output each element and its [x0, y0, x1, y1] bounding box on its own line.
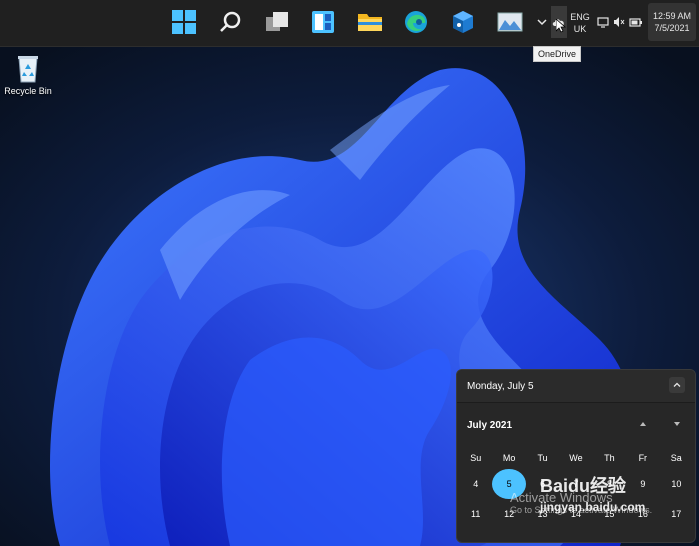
month-navigation: July 2021 [457, 403, 695, 447]
volume-muted-icon [614, 17, 625, 27]
widgets-button[interactable] [308, 7, 338, 37]
widgets-icon [312, 11, 334, 33]
mouse-cursor [556, 19, 566, 33]
calendar-current-date: Monday, July 5 [467, 380, 534, 392]
next-month-button[interactable] [672, 419, 682, 429]
weekday-label: Sa [670, 453, 682, 463]
show-hidden-icons-button[interactable] [534, 7, 550, 37]
battery-icon [629, 18, 642, 27]
search-icon [220, 11, 241, 32]
taskbar: ENG UK 12:59 AM 7/5/2021 [0, 0, 699, 47]
edge-icon [405, 11, 427, 33]
image-app-icon [497, 12, 523, 32]
previous-month-button[interactable] [638, 419, 648, 429]
chevron-up-icon [537, 19, 547, 26]
virtualbox-button[interactable] [448, 7, 478, 37]
calendar-day[interactable]: 17 [660, 499, 693, 529]
edge-button[interactable] [401, 7, 431, 37]
task-view-button[interactable] [262, 7, 292, 37]
calendar-flyout: Monday, July 5 July 2021 Su Mo Tu We Th … [456, 369, 696, 543]
calendar-day[interactable]: 10 [660, 469, 693, 499]
calendar-day[interactable]: 4 [459, 469, 492, 499]
clock-date: 7/5/2021 [654, 23, 690, 33]
onedrive-tooltip: OneDrive [533, 46, 582, 62]
month-label[interactable]: July 2021 [467, 420, 512, 431]
photos-button[interactable] [495, 7, 525, 37]
task-view-icon [266, 12, 288, 31]
baidu-watermark: Baidu经验 jingyan.baidu.com [540, 472, 645, 514]
recycle-bin-icon [18, 56, 38, 83]
clock-button[interactable]: 12:59 AM 7/5/2021 [648, 3, 696, 41]
battery-button[interactable] [628, 7, 644, 37]
weekday-label: Fr [638, 453, 648, 463]
windows-logo-icon [172, 10, 196, 34]
network-icon [597, 17, 609, 28]
volume-button[interactable] [612, 7, 626, 37]
baidu-url: jingyan.baidu.com [540, 500, 646, 514]
weekday-label: Mo [502, 453, 516, 463]
language-code: ENG [570, 12, 590, 22]
start-button[interactable] [169, 7, 199, 37]
weekday-label: Su [470, 453, 482, 463]
folder-icon [358, 14, 382, 31]
weekday-label: Tu [537, 453, 548, 463]
recycle-bin-label: Recycle Bin [4, 86, 52, 96]
weekday-label: We [569, 453, 583, 463]
baidu-logo-text: Baidu经验 [540, 476, 627, 496]
weekday-header: Su Mo Tu We Th Fr Sa [457, 447, 695, 469]
calendar-day[interactable]: 11 [459, 499, 492, 529]
calendar-header: Monday, July 5 [457, 370, 695, 403]
file-explorer-button[interactable] [355, 7, 385, 37]
recycle-bin-shortcut[interactable]: Recycle Bin [4, 52, 52, 96]
chevron-up-icon [673, 382, 681, 387]
keyboard-layout: UK [573, 24, 587, 34]
cube-app-icon [453, 11, 473, 33]
language-indicator[interactable]: ENG UK [568, 11, 592, 35]
search-button[interactable] [216, 7, 246, 37]
collapse-calendar-button[interactable] [669, 377, 685, 393]
weekday-label: Th [604, 453, 615, 463]
network-button[interactable] [596, 7, 610, 37]
clock-time: 12:59 AM [652, 11, 692, 21]
